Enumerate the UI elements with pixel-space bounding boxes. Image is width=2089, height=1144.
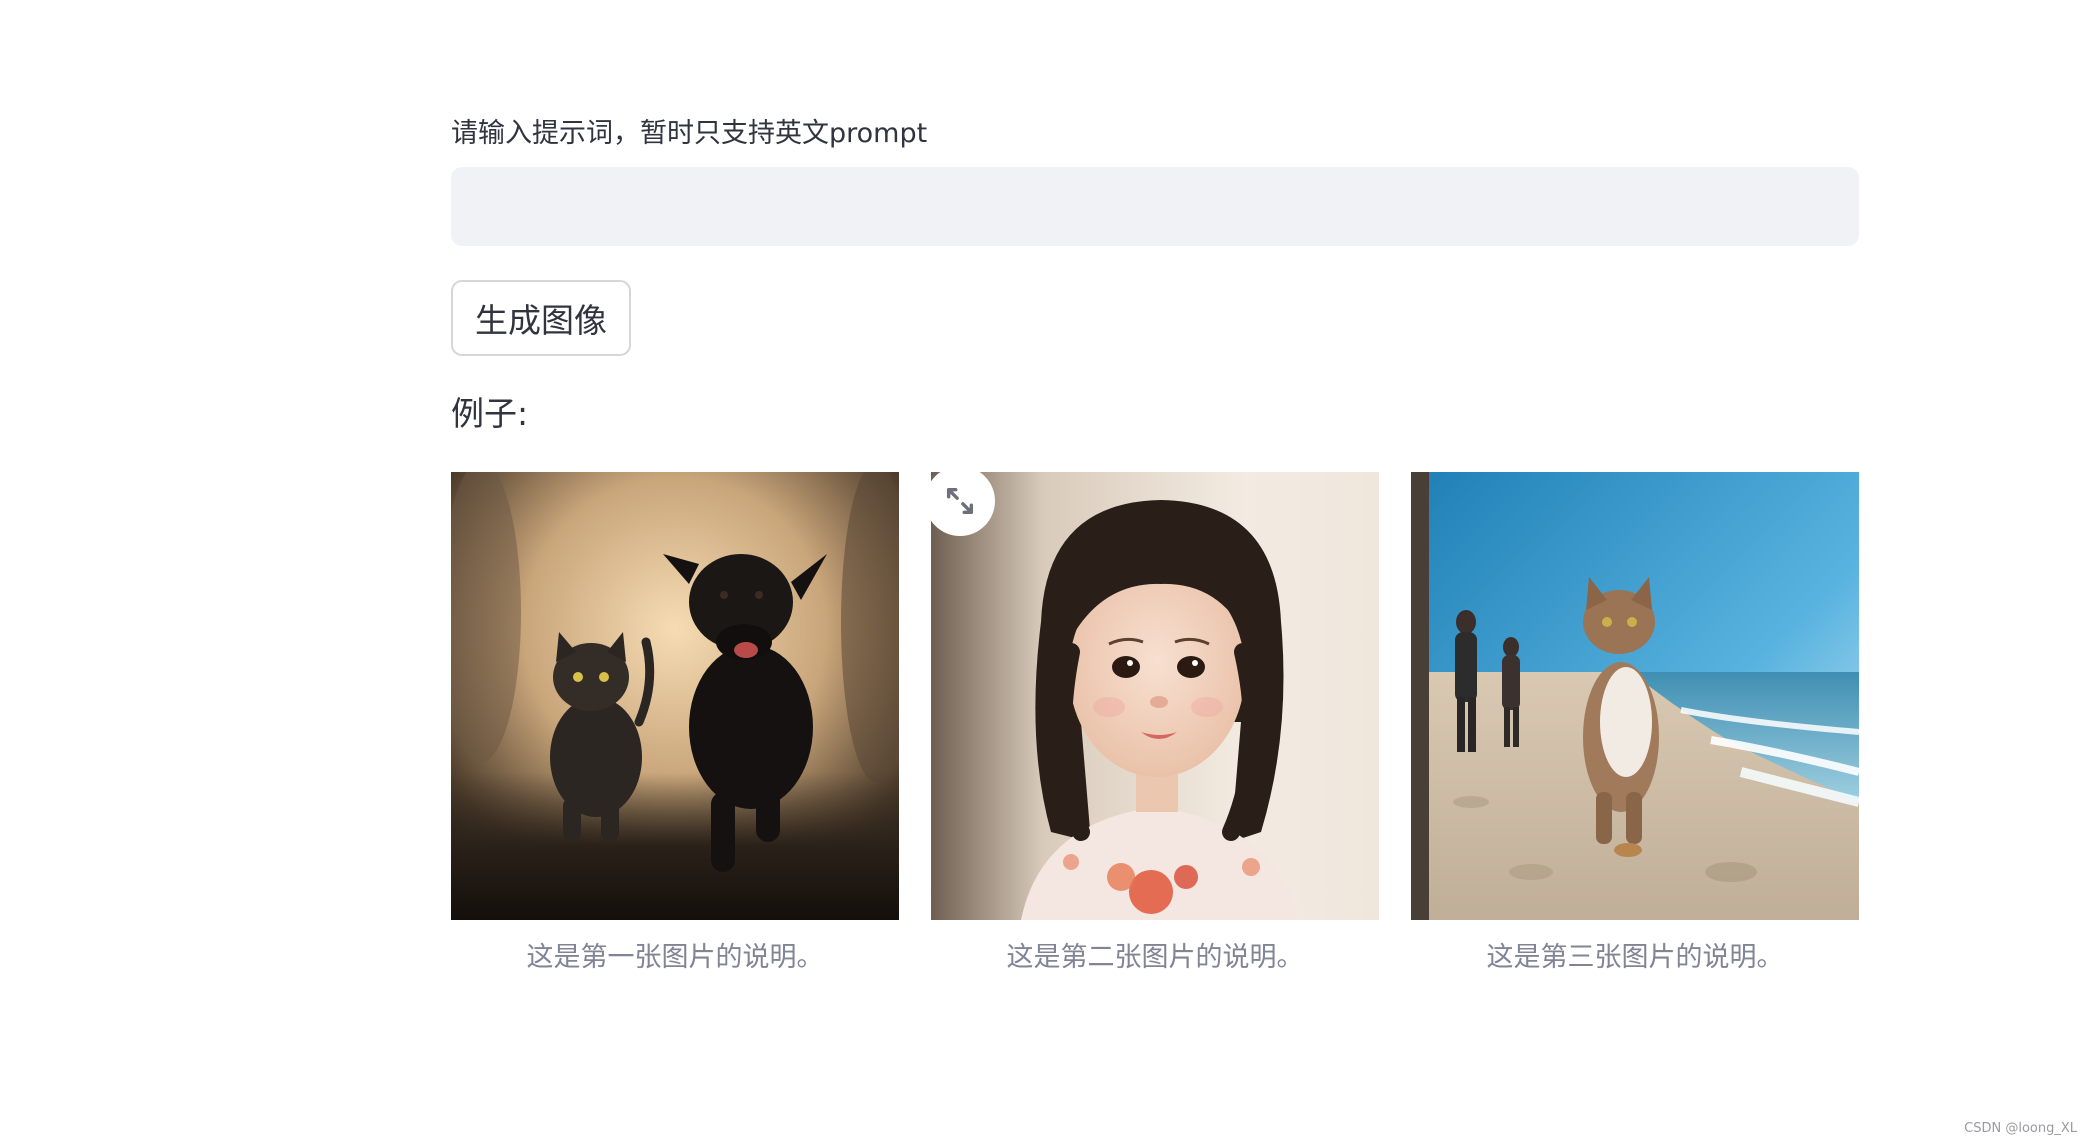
watermark: CSDN @loong_XL	[1964, 1121, 2077, 1136]
prompt-label: 请输入提示词，暂时只支持英文prompt	[451, 118, 928, 149]
example-image-girl[interactable]	[931, 472, 1379, 920]
example-caption-1: 这是第一张图片的说明。	[526, 942, 824, 973]
fullscreen-button[interactable]	[925, 466, 995, 536]
example-caption-2: 这是第二张图片的说明。	[1006, 942, 1304, 973]
example-card-1: 这是第一张图片的说明。	[451, 472, 899, 976]
expand-icon	[946, 487, 974, 515]
example-card-2: 这是第二张图片的说明。	[925, 466, 1379, 976]
example-image-beach-cat[interactable]	[1411, 472, 1859, 920]
generate-image-button[interactable]: 生成图像	[451, 280, 631, 356]
example-card-3: 这是第三张图片的说明。	[1411, 472, 1859, 976]
prompt-input[interactable]	[451, 167, 1859, 246]
examples-title: 例子:	[451, 394, 529, 433]
example-caption-3: 这是第三张图片的说明。	[1486, 942, 1784, 973]
example-image-cat-dog[interactable]	[451, 472, 899, 920]
